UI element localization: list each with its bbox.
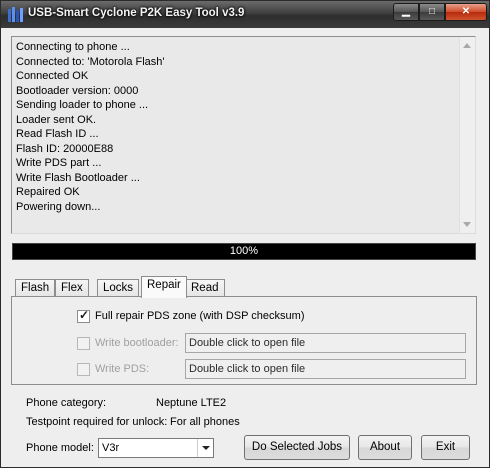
app-window: USB-Smart Cyclone P2K Easy Tool v3.9 ▁ □… <box>0 0 490 468</box>
phone-model-value: V3r <box>102 442 120 454</box>
dropdown-button[interactable] <box>197 439 213 457</box>
log-scrollbar[interactable] <box>459 37 475 233</box>
close-button[interactable]: ✕ <box>445 3 487 21</box>
phone-model-select[interactable]: V3r <box>98 438 214 458</box>
minimize-icon: ▁ <box>402 6 410 17</box>
log-line: Connected to: 'Motorola Flash' <box>16 55 165 68</box>
repair-panel: ✓ Full repair PDS zone (with DSP checksu… <box>11 296 477 385</box>
log-line: Loader sent OK. <box>16 113 97 126</box>
scroll-up-icon[interactable] <box>463 43 471 48</box>
pds-file-field[interactable]: Double click to open file <box>185 359 466 379</box>
log-output[interactable]: Connecting to phone ... Connected to: 'Mo… <box>11 36 476 234</box>
phone-category-value: Neptune LTE2 <box>156 397 227 409</box>
title-bar[interactable]: USB-Smart Cyclone P2K Easy Tool v3.9 ▁ □… <box>1 1 489 28</box>
about-button[interactable]: About <box>358 435 412 460</box>
tab-repair[interactable]: Repair <box>141 276 187 298</box>
full-repair-label: Full repair PDS zone (with DSP checksum) <box>95 310 305 322</box>
minimize-button[interactable]: ▁ <box>393 3 419 21</box>
checkmark-icon: ✓ <box>79 308 90 322</box>
log-line: Write PDS part ... <box>16 157 102 169</box>
log-line: Flash ID: 20000E88 <box>16 142 114 155</box>
write-bootloader-label: Write bootloader: <box>95 337 179 349</box>
write-pds-label: Write PDS: <box>95 363 150 375</box>
log-line: Sending loader to phone ... <box>16 99 149 111</box>
log-line: Connecting to phone ... <box>16 41 130 53</box>
close-icon: ✕ <box>461 6 471 17</box>
exit-button[interactable]: Exit <box>421 435 470 460</box>
testpoint-label: Testpoint required for unlock: <box>26 416 168 428</box>
bootloader-file-field[interactable]: Double click to open file <box>185 333 466 353</box>
log-lines: Connecting to phone ... Connected to: 'Mo… <box>16 40 165 214</box>
app-icon <box>8 7 23 22</box>
log-line: Write Flash Bootloader ... <box>16 171 140 184</box>
maximize-button[interactable]: □ <box>419 3 445 21</box>
chevron-down-icon <box>202 446 210 450</box>
log-line: Bootloader version: 0000 <box>16 84 139 97</box>
log-line: Powering down... <box>16 200 101 213</box>
do-selected-jobs-button[interactable]: Do Selected Jobs <box>244 435 350 460</box>
log-line: Read Flash ID ... <box>16 128 99 140</box>
write-pds-checkbox[interactable] <box>77 363 90 376</box>
maximize-icon: □ <box>428 6 436 17</box>
progress-bar: 100% <box>12 243 476 260</box>
phone-model-label: Phone model: <box>26 442 94 454</box>
full-repair-checkbox[interactable]: ✓ <box>77 308 90 323</box>
write-bootloader-checkbox[interactable] <box>77 337 90 350</box>
window-title: USB-Smart Cyclone P2K Easy Tool v3.9 <box>28 7 245 19</box>
progress-label: 100% <box>229 245 259 257</box>
scroll-down-icon[interactable] <box>463 222 471 227</box>
testpoint-value: For all phones <box>170 416 240 428</box>
phone-category-label: Phone category: <box>26 397 107 409</box>
log-line: Repaired OK <box>16 186 80 198</box>
log-line: Connected OK <box>16 70 89 82</box>
